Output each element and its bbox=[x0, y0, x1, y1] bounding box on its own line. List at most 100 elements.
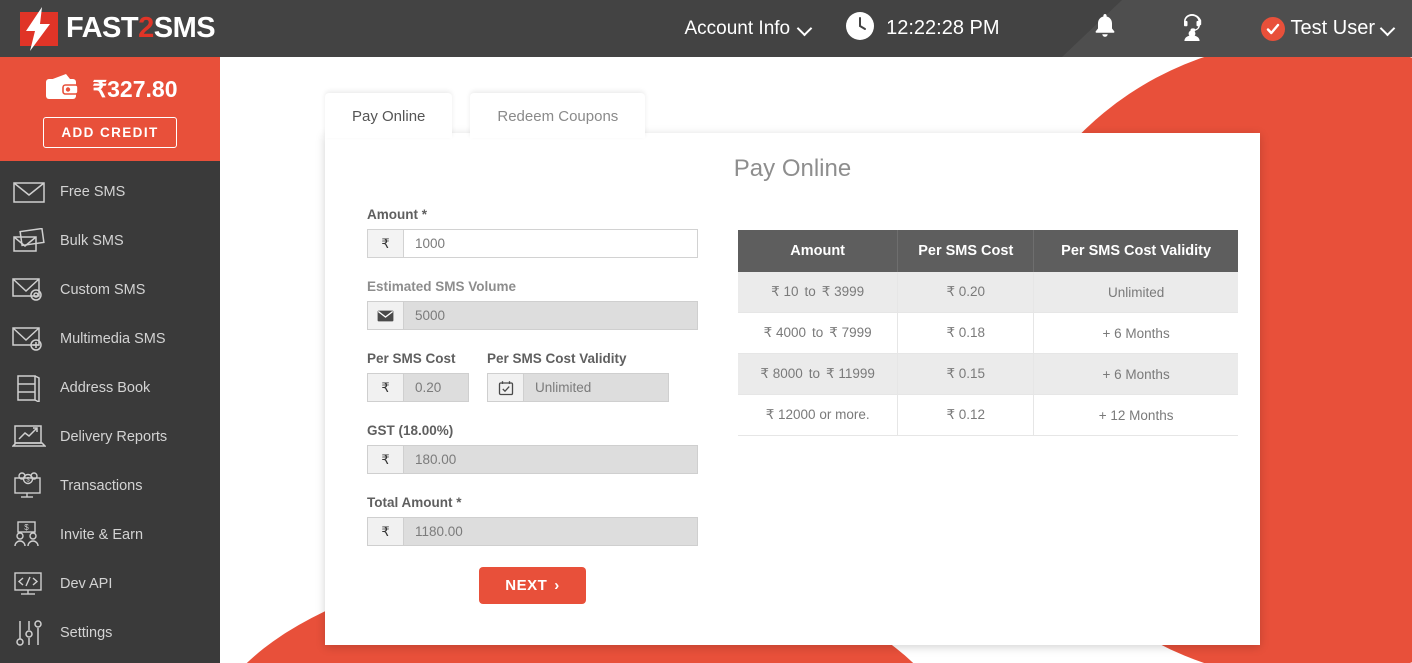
users-money-icon: $ bbox=[12, 518, 46, 552]
cost-and-validity-row: Per SMS Cost ₹ 0.20 Per SMS Cost Validit… bbox=[367, 351, 698, 423]
pricing-cell-validity: + 6 Months bbox=[1034, 313, 1238, 354]
sidebar-item-delivery-reports[interactable]: Delivery Reports bbox=[0, 412, 220, 461]
pricing-cell-amount: ₹ 10to₹ 3999 bbox=[738, 272, 898, 313]
user-menu[interactable]: Test User bbox=[1261, 17, 1394, 41]
headset-support-icon bbox=[1178, 28, 1206, 45]
tab-redeem-coupons[interactable]: Redeem Coupons bbox=[470, 93, 645, 138]
notifications-button[interactable] bbox=[1092, 12, 1118, 45]
wallet-balance: ₹327.80 bbox=[93, 76, 178, 103]
amount-from: ₹ 10 bbox=[771, 284, 798, 299]
check-badge-icon bbox=[1261, 17, 1285, 41]
amount-separator: to bbox=[803, 366, 826, 381]
sidebar-item-label: Delivery Reports bbox=[60, 429, 167, 445]
per-sms-cost-validity-label: Per SMS Cost Validity bbox=[487, 351, 669, 366]
amount-to: ₹ 7999 bbox=[829, 325, 871, 340]
payment-form: Amount * ₹ 1000 Estimated SMS Volume bbox=[367, 183, 698, 604]
sidebar-item-dev-api[interactable]: Dev API bbox=[0, 559, 220, 608]
per-sms-cost-field-wrap: Per SMS Cost ₹ 0.20 bbox=[367, 351, 469, 423]
per-sms-cost-input-group: ₹ 0.20 bbox=[367, 373, 469, 402]
sidebar-item-free-sms[interactable]: Free SMS bbox=[0, 167, 220, 216]
amount-from: ₹ 4000 bbox=[764, 325, 806, 340]
brand-name-part3: SMS bbox=[154, 12, 215, 44]
pricing-table-header-row: Amount Per SMS Cost Per SMS Cost Validit… bbox=[738, 230, 1238, 272]
rupee-icon: ₹ bbox=[367, 229, 403, 258]
table-row: ₹ 10to₹ 3999 ₹ 0.20 Unlimited bbox=[738, 272, 1238, 313]
gst-value: 180.00 bbox=[403, 445, 698, 474]
add-credit-button[interactable]: ADD CREDIT bbox=[43, 117, 176, 148]
sidebar-item-bulk-sms[interactable]: Bulk SMS bbox=[0, 216, 220, 265]
account-info-menu[interactable]: Account Info bbox=[684, 18, 811, 40]
amount-input-group: ₹ 1000 bbox=[367, 229, 698, 258]
sidebar-item-label: Custom SMS bbox=[60, 282, 145, 298]
sidebar-item-label: Free SMS bbox=[60, 184, 125, 200]
amount-input[interactable]: 1000 bbox=[403, 229, 698, 258]
table-row: ₹ 12000 or more. ₹ 0.12 + 12 Months bbox=[738, 395, 1238, 436]
estimated-volume-value: 5000 bbox=[403, 301, 698, 330]
amount-label: Amount * bbox=[367, 207, 698, 222]
per-sms-cost-validity-field-wrap: Per SMS Cost Validity Unlimited bbox=[487, 351, 669, 423]
svg-text:$: $ bbox=[24, 523, 29, 532]
sidebar-item-label: Multimedia SMS bbox=[60, 331, 166, 347]
chevron-down-icon bbox=[798, 22, 811, 35]
tab-bar: Pay Online Redeem Coupons bbox=[325, 93, 645, 138]
rupee-icon: ₹ bbox=[367, 517, 403, 546]
total-amount-value: 1180.00 bbox=[403, 517, 698, 546]
sidebar-item-address-book[interactable]: Address Book bbox=[0, 363, 220, 412]
account-info-label: Account Info bbox=[684, 18, 790, 40]
sidebar-item-invite-and-earn[interactable]: $ Invite & Earn bbox=[0, 510, 220, 559]
user-name-label: Test User bbox=[1291, 17, 1375, 40]
gst-input-group: ₹ 180.00 bbox=[367, 445, 698, 474]
sidebar-item-settings[interactable]: Settings bbox=[0, 608, 220, 657]
pricing-cell-validity: Unlimited bbox=[1034, 272, 1238, 313]
main-content: Pay Online Redeem Coupons Pay Online Amo… bbox=[220, 57, 1412, 663]
current-time: 12:22:28 PM bbox=[886, 17, 999, 40]
amount-to: ₹ 11999 bbox=[826, 366, 875, 381]
wallet-panel: ₹327.80 ADD CREDIT bbox=[0, 57, 220, 161]
pricing-cell-cost: ₹ 0.18 bbox=[898, 313, 1034, 354]
amount-to: ₹ 3999 bbox=[822, 284, 864, 299]
pay-online-card: Pay Online Amount * ₹ 1000 Estimated SMS… bbox=[325, 133, 1260, 645]
sidebar-item-transactions[interactable]: $ Transactions bbox=[0, 461, 220, 510]
sliders-icon bbox=[12, 616, 46, 650]
brand-name-part1: FAST bbox=[66, 12, 138, 44]
next-button[interactable]: NEXT › bbox=[479, 567, 586, 604]
table-row: ₹ 8000to₹ 11999 ₹ 0.15 + 6 Months bbox=[738, 354, 1238, 395]
pricing-table: Amount Per SMS Cost Per SMS Cost Validit… bbox=[738, 230, 1238, 436]
pricing-cell-validity: + 12 Months bbox=[1034, 395, 1238, 436]
sidebar-item-label: Dev API bbox=[60, 576, 112, 592]
gst-label: GST (18.00%) bbox=[367, 423, 698, 438]
sidebar-item-label: Transactions bbox=[60, 478, 142, 494]
per-sms-cost-validity-value: Unlimited bbox=[523, 373, 669, 402]
laptop-chart-icon bbox=[12, 420, 46, 454]
bell-icon bbox=[1092, 27, 1118, 44]
per-sms-cost-validity-input-group: Unlimited bbox=[487, 373, 669, 402]
pricing-cell-amount: ₹ 4000to₹ 7999 bbox=[738, 313, 898, 354]
amount-from: ₹ 8000 bbox=[760, 366, 802, 381]
calendar-check-icon bbox=[487, 373, 523, 402]
sidebar-item-custom-sms[interactable]: Custom SMS bbox=[0, 265, 220, 314]
top-header: FAST2SMS Account Info 12:22:28 PM bbox=[0, 0, 1412, 57]
tab-pay-online[interactable]: Pay Online bbox=[325, 93, 452, 138]
pricing-cell-cost: ₹ 0.20 bbox=[898, 272, 1034, 313]
pricing-cell-cost: ₹ 0.12 bbox=[898, 395, 1034, 436]
next-button-label: NEXT bbox=[505, 577, 547, 594]
chevron-right-icon: › bbox=[554, 577, 560, 594]
sidebar-item-label: Bulk SMS bbox=[60, 233, 124, 249]
support-button[interactable] bbox=[1178, 11, 1206, 46]
estimated-volume-input-group: 5000 bbox=[367, 301, 698, 330]
per-sms-cost-label: Per SMS Cost bbox=[367, 351, 469, 366]
sidebar-nav: Free SMS Bulk SMS Custom SMS Multimedia … bbox=[0, 161, 220, 657]
brand-name-part2: 2 bbox=[138, 12, 154, 44]
estimated-volume-label: Estimated SMS Volume bbox=[367, 279, 698, 294]
server-time-display: 12:22:28 PM bbox=[845, 11, 999, 46]
total-amount-input-group: ₹ 1180.00 bbox=[367, 517, 698, 546]
code-monitor-icon bbox=[12, 567, 46, 601]
pricing-cell-validity: + 6 Months bbox=[1034, 354, 1238, 395]
envelopes-stack-icon bbox=[12, 224, 46, 258]
pricing-cell-amount: ₹ 8000to₹ 11999 bbox=[738, 354, 898, 395]
brand-logo[interactable]: FAST2SMS bbox=[0, 12, 220, 46]
address-book-icon bbox=[12, 371, 46, 405]
amount-separator: to bbox=[806, 325, 829, 340]
sidebar-item-multimedia-sms[interactable]: Multimedia SMS bbox=[0, 314, 220, 363]
pricing-cell-cost: ₹ 0.15 bbox=[898, 354, 1034, 395]
